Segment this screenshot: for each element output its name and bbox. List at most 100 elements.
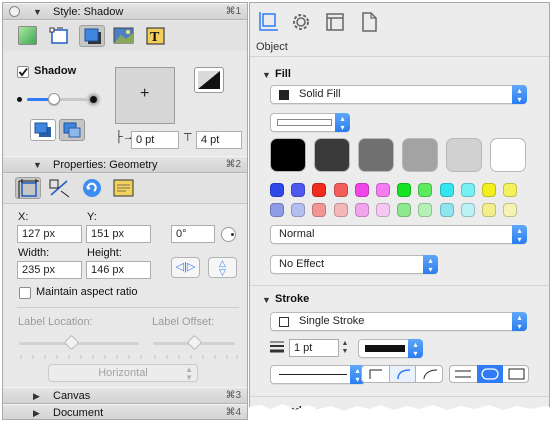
shadow-behind-button[interactable] xyxy=(30,119,56,141)
action-button[interactable] xyxy=(79,177,105,199)
color-swatch[interactable] xyxy=(312,203,327,217)
orientation-popup[interactable]: Horizontal ▲ ▼ xyxy=(48,364,198,382)
color-swatch[interactable] xyxy=(460,203,475,217)
color-swatch[interactable] xyxy=(376,183,390,197)
color-swatch[interactable] xyxy=(397,203,412,217)
fill-type-popup[interactable]: Solid Fill ▴ ▾ xyxy=(270,85,527,104)
color-swatch[interactable] xyxy=(482,183,496,197)
stroke-type-popup[interactable]: Single Stroke ▴ ▾ xyxy=(270,312,527,331)
flip-horizontal-button[interactable]: ◁|▷ xyxy=(171,257,200,278)
color-swatch[interactable] xyxy=(291,183,306,197)
color-swatch[interactable] xyxy=(418,183,433,197)
color-swatch[interactable] xyxy=(402,138,438,172)
shadow-color-well[interactable] xyxy=(194,67,224,93)
close-icon[interactable] xyxy=(9,6,20,17)
color-swatch[interactable] xyxy=(482,203,496,217)
blend-mode-value: Normal xyxy=(279,228,315,240)
tab-document[interactable] xyxy=(358,11,380,33)
shadow-style-button[interactable] xyxy=(79,25,105,47)
disclosure-triangle-icon[interactable]: ▼ xyxy=(33,160,42,170)
fill-style-button[interactable] xyxy=(15,25,41,47)
stroke-style-button[interactable] xyxy=(47,25,73,47)
color-swatch[interactable] xyxy=(446,138,482,172)
label-location-slider[interactable] xyxy=(19,334,139,351)
shape-style-control xyxy=(449,365,529,383)
blur-slider[interactable] xyxy=(27,93,87,105)
fill-disclosure-icon[interactable]: ▼ xyxy=(262,70,271,80)
label-offset-knob[interactable] xyxy=(186,334,203,351)
line-shape-button[interactable] xyxy=(450,366,476,382)
shadow-offset-well[interactable]: + xyxy=(115,67,175,124)
tab-object[interactable] xyxy=(257,11,279,33)
canvas-section-header[interactable]: ▶ Canvas ⌘3 xyxy=(3,387,247,404)
color-swatch[interactable] xyxy=(439,203,454,217)
rect-shape-button[interactable] xyxy=(504,366,529,382)
height-field[interactable]: 146 px xyxy=(86,261,151,279)
color-swatch[interactable] xyxy=(354,203,369,217)
note-button[interactable] xyxy=(111,177,137,199)
color-swatch[interactable] xyxy=(490,138,526,172)
shadow-front-button[interactable] xyxy=(59,119,85,141)
disclosure-triangle-icon[interactable]: ▼ xyxy=(33,7,42,17)
round-corner-icon xyxy=(397,369,411,380)
color-swatch[interactable] xyxy=(418,203,433,217)
color-swatch[interactable] xyxy=(333,203,348,217)
disclosure-triangle-right-icon[interactable]: ▶ xyxy=(33,408,40,419)
text-style-icon: T xyxy=(146,27,165,45)
square-corner-button[interactable] xyxy=(362,366,388,382)
width-field[interactable]: 235 px xyxy=(17,261,82,279)
style-section-header[interactable]: ▼ Style: Shadow ⌘1 xyxy=(3,3,247,20)
maintain-aspect-checkbox[interactable] xyxy=(19,287,31,299)
text-style-button[interactable]: T xyxy=(143,25,169,47)
shadow-x-offset-field[interactable]: 0 pt xyxy=(131,131,179,149)
color-swatch[interactable] xyxy=(397,183,412,197)
stroke-width-stepper[interactable]: ▲ ▼ xyxy=(340,339,350,357)
corner-style-control xyxy=(361,365,443,383)
blend-mode-popup[interactable]: Normal ▴ ▾ xyxy=(270,225,527,244)
color-swatch[interactable] xyxy=(358,138,394,172)
tab-properties[interactable] xyxy=(290,11,312,33)
shadow-y-offset-field[interactable]: 4 pt xyxy=(196,131,242,149)
color-swatch[interactable] xyxy=(312,183,327,197)
label-offset-label: Label Offset: xyxy=(152,316,215,328)
curved-corner-button[interactable] xyxy=(417,366,443,382)
rotation-field[interactable]: 0° xyxy=(171,225,215,243)
flip-vertical-button[interactable]: △ ▽ xyxy=(208,257,237,278)
color-swatch[interactable] xyxy=(354,183,369,197)
color-swatch[interactable] xyxy=(291,203,306,217)
geometry-icon xyxy=(18,179,39,198)
round-corner-button[interactable] xyxy=(389,366,416,382)
rounded-shape-button[interactable] xyxy=(477,365,503,383)
stroke-color-popup[interactable]: ▴ ▾ xyxy=(358,339,423,358)
color-swatch[interactable] xyxy=(270,183,284,197)
document-section-header[interactable]: ▶ Document ⌘4 xyxy=(3,404,247,419)
geometry-button[interactable] xyxy=(15,177,41,199)
shadow-checkbox[interactable] xyxy=(17,66,29,78)
color-swatch[interactable] xyxy=(333,183,348,197)
fill-color-popup[interactable]: ▴ ▾ xyxy=(270,113,350,132)
color-swatch[interactable] xyxy=(503,203,518,217)
y-position-field[interactable]: 151 px xyxy=(86,225,151,243)
color-swatch[interactable] xyxy=(270,138,306,172)
x-position-field[interactable]: 127 px xyxy=(17,225,82,243)
color-swatch[interactable] xyxy=(270,203,284,217)
connections-button[interactable] xyxy=(47,177,73,199)
color-swatch[interactable] xyxy=(376,203,390,217)
label-offset-slider[interactable] xyxy=(153,334,235,351)
color-swatch[interactable] xyxy=(503,183,518,197)
geometry-section-header[interactable]: ▼ Properties: Geometry ⌘2 xyxy=(3,156,247,173)
image-style-button[interactable] xyxy=(111,25,137,47)
big-swatch-row xyxy=(270,138,530,174)
blur-slider-knob[interactable] xyxy=(48,93,60,105)
color-swatch[interactable] xyxy=(439,183,454,197)
color-swatch[interactable] xyxy=(314,138,350,172)
tab-canvas[interactable] xyxy=(324,11,346,33)
label-location-knob[interactable] xyxy=(63,334,80,351)
fill-effect-popup[interactable]: No Effect ▴ ▾ xyxy=(270,255,438,274)
rotation-dial[interactable] xyxy=(221,227,236,242)
line-style-popup[interactable]: ▴ ▾ xyxy=(270,365,365,384)
stroke-width-field[interactable]: 1 pt xyxy=(289,339,339,357)
stroke-disclosure-icon[interactable]: ▼ xyxy=(262,295,271,305)
color-swatch[interactable] xyxy=(460,183,475,197)
disclosure-triangle-right-icon[interactable]: ▶ xyxy=(33,391,40,402)
